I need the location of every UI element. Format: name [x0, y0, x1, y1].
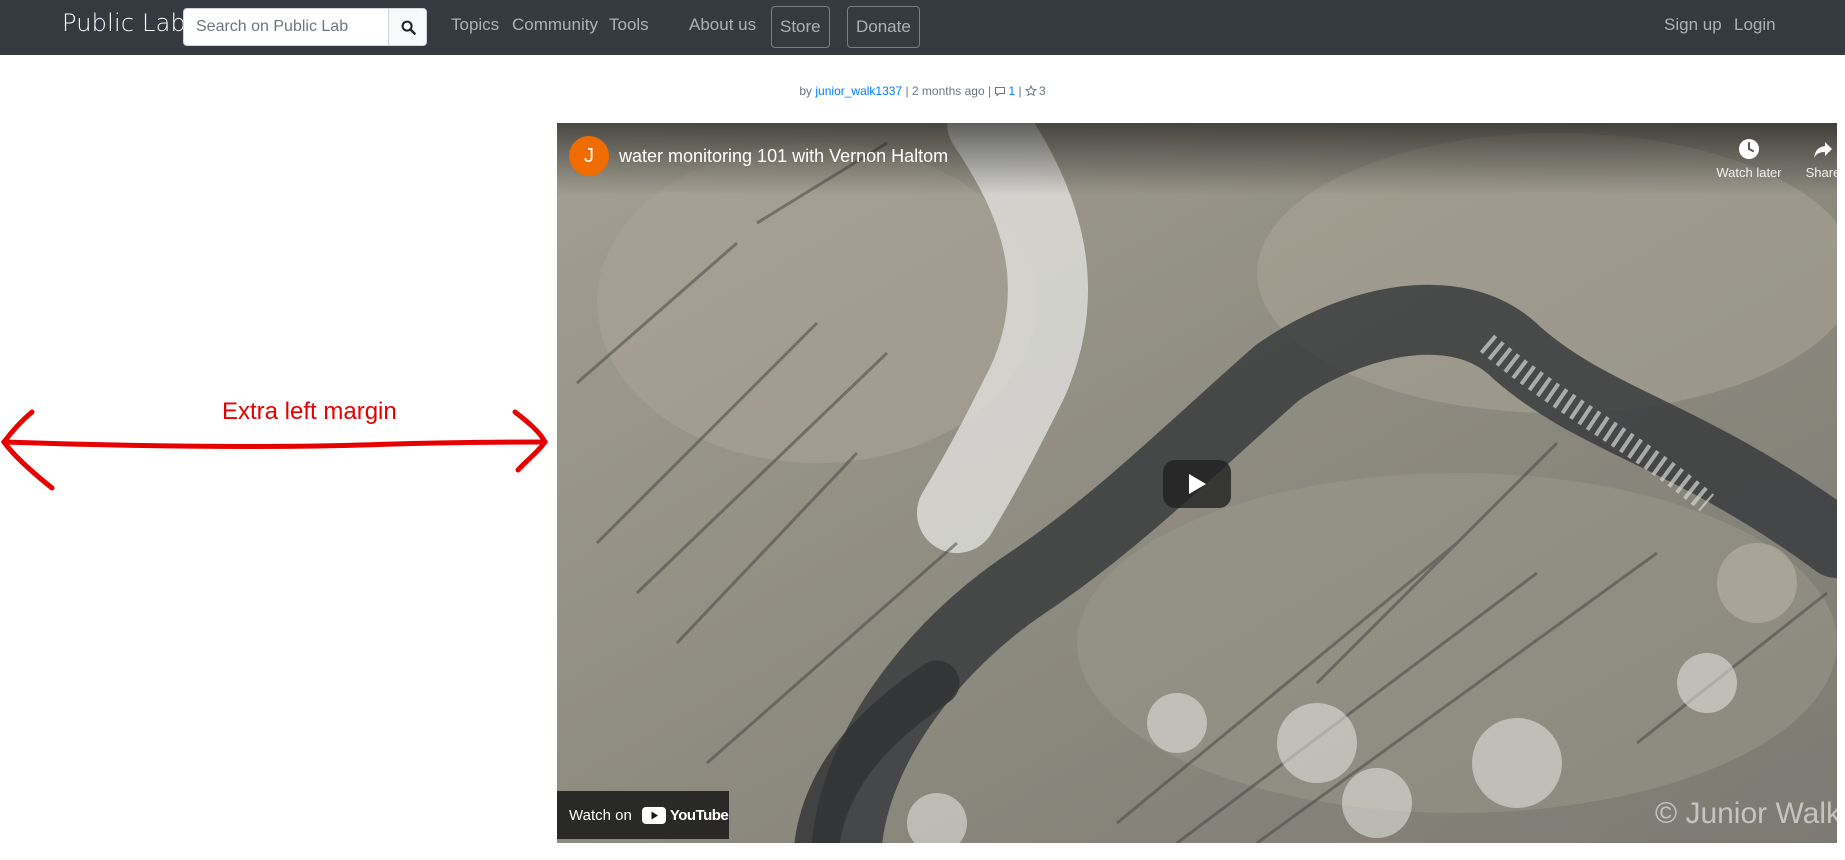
play-button[interactable]: [1163, 460, 1231, 508]
double-arrow-annotation: [0, 409, 548, 491]
watch-on-label: Watch on: [569, 806, 632, 824]
watch-later-label: Watch later: [1716, 165, 1782, 180]
likes-count: 3: [1038, 84, 1046, 98]
channel-avatar[interactable]: J: [569, 136, 609, 176]
youtube-embed[interactable]: J water monitoring 101 with Vernon Halto…: [557, 123, 1837, 843]
top-navbar: Public Lab Topics Community Tools About …: [0, 0, 1845, 55]
nav-community[interactable]: Community: [512, 15, 598, 35]
comment-icon: [995, 87, 1006, 97]
star-icon: [1024, 85, 1037, 97]
nav-sign-up[interactable]: Sign up: [1664, 15, 1722, 35]
byline-prefix: by: [799, 84, 813, 98]
nav-about-us[interactable]: About us: [689, 15, 756, 35]
nav-topics[interactable]: Topics: [451, 15, 499, 35]
post-byline: by junior_walk1337 | 2 months ago | 1 | …: [0, 84, 1845, 98]
comments-count: 1: [1008, 84, 1016, 98]
search-form: [183, 8, 427, 46]
byline-separator: |: [1018, 84, 1022, 98]
share-label: Share: [1805, 165, 1837, 180]
share-button[interactable]: Share: [1788, 133, 1837, 180]
youtube-logo: YouTube: [641, 806, 729, 824]
nav-login[interactable]: Login: [1734, 15, 1776, 35]
video-watermark: © Junior Walk: [1655, 797, 1837, 830]
play-icon: [1189, 474, 1206, 494]
byline-time: | 2 months ago |: [905, 84, 992, 98]
watch-on-youtube-button[interactable]: Watch on YouTube: [557, 791, 729, 839]
youtube-play-icon: [641, 806, 666, 824]
brand-logo[interactable]: Public Lab: [62, 9, 186, 37]
author-link[interactable]: junior_walk1337: [815, 84, 902, 98]
search-button[interactable]: [388, 9, 426, 45]
comments-link[interactable]: 1: [994, 84, 1015, 98]
nav-store-button[interactable]: Store: [771, 6, 830, 48]
clock-icon: [1739, 139, 1759, 159]
nav-donate-button[interactable]: Donate: [847, 6, 920, 48]
likes: 3: [1024, 84, 1046, 98]
search-icon: [401, 20, 416, 35]
nav-tools[interactable]: Tools: [609, 15, 649, 35]
watch-later-button[interactable]: Watch later: [1709, 133, 1789, 180]
search-input[interactable]: [184, 9, 388, 45]
youtube-wordmark: YouTube: [669, 806, 729, 824]
share-icon: [1814, 142, 1832, 158]
video-title[interactable]: water monitoring 101 with Vernon Haltom: [619, 146, 948, 167]
